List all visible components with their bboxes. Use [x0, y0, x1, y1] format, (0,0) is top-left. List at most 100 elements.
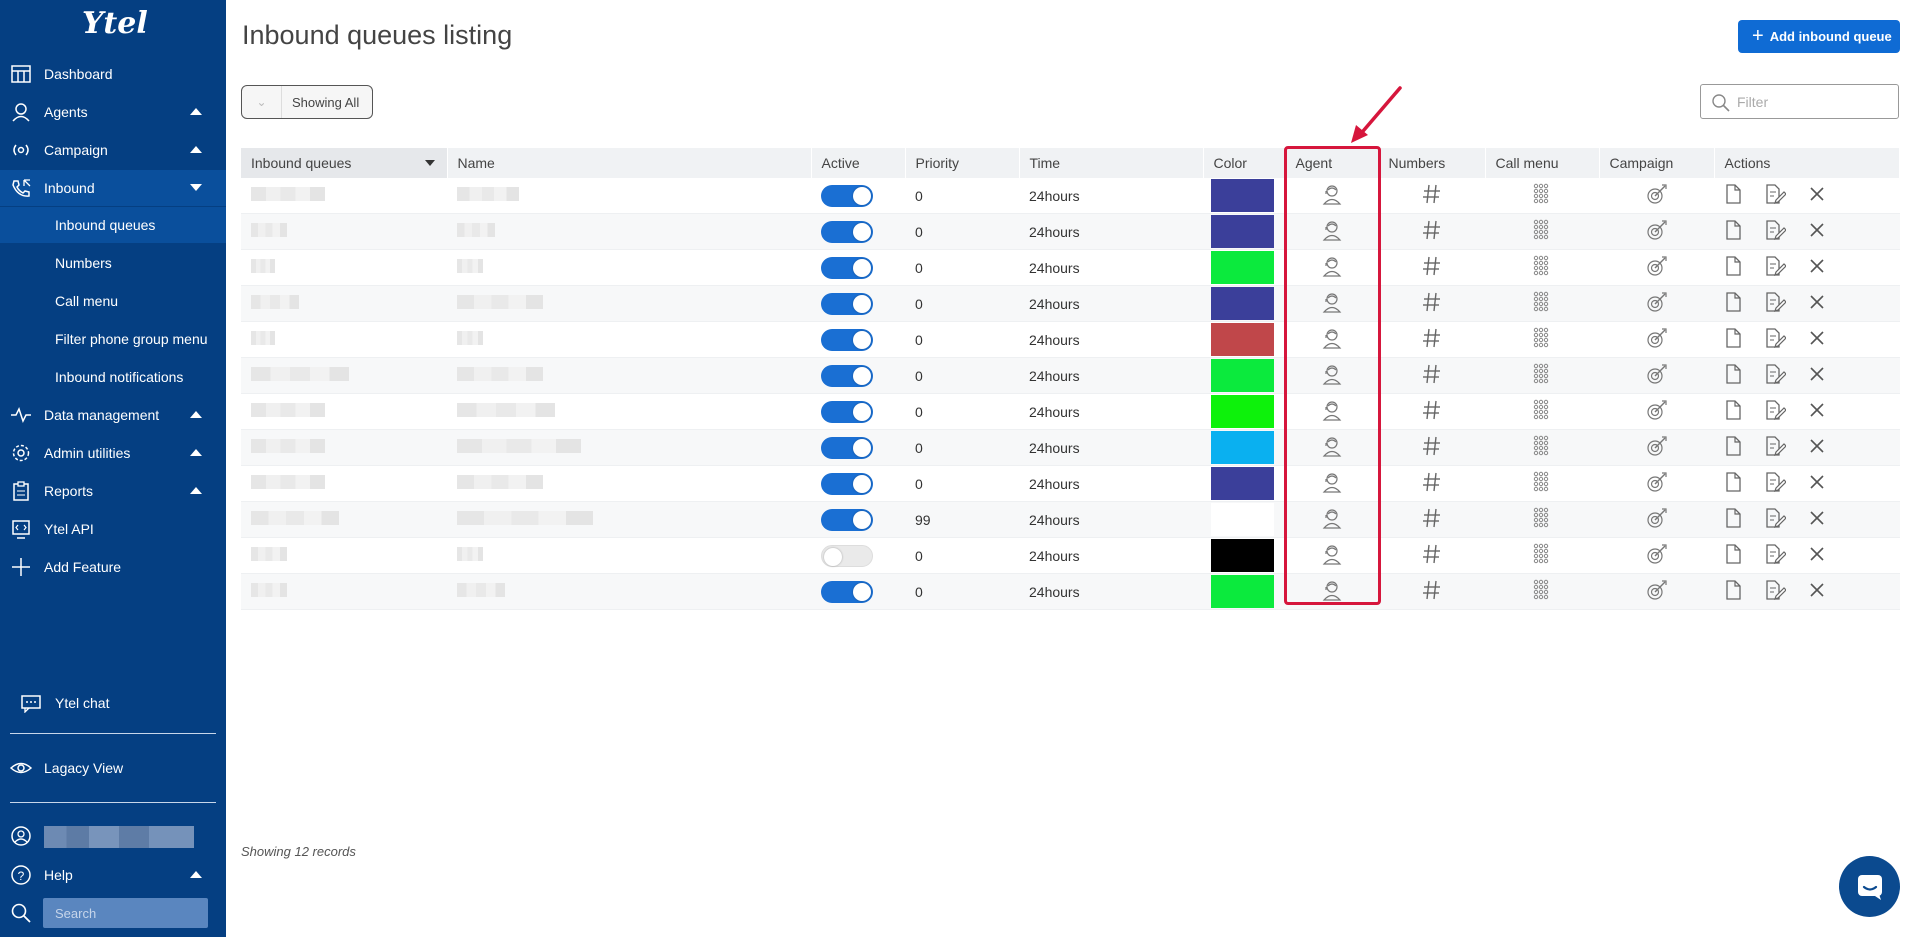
agent-icon[interactable] — [1321, 399, 1343, 424]
dialpad-icon[interactable] — [1532, 471, 1552, 496]
nav-help[interactable]: ? Help — [0, 857, 226, 893]
target-icon[interactable] — [1646, 435, 1668, 460]
active-toggle[interactable] — [821, 220, 873, 243]
ytel-logo[interactable]: Ytel — [82, 6, 148, 41]
col-priority[interactable]: Priority — [905, 148, 1020, 178]
agent-icon[interactable] — [1321, 183, 1343, 208]
copy-icon[interactable] — [1724, 543, 1742, 568]
agent-icon[interactable] — [1321, 579, 1343, 604]
copy-icon[interactable] — [1724, 219, 1742, 244]
nav-add-feature[interactable]: Add Feature — [0, 549, 226, 585]
nav-ytel-chat[interactable]: Ytel chat — [0, 685, 226, 721]
hash-icon[interactable] — [1421, 183, 1443, 208]
target-icon[interactable] — [1646, 471, 1668, 496]
delete-icon[interactable] — [1808, 293, 1826, 314]
delete-icon[interactable] — [1808, 473, 1826, 494]
nav-admin-utilities[interactable]: Admin utilities — [0, 435, 226, 471]
copy-icon[interactable] — [1724, 327, 1742, 352]
nav-ytel-api[interactable]: Ytel API — [0, 511, 226, 547]
copy-icon[interactable] — [1724, 471, 1742, 496]
hash-icon[interactable] — [1421, 363, 1443, 388]
edit-icon[interactable] — [1764, 471, 1787, 496]
sub-call-menu[interactable]: Call menu — [0, 283, 226, 319]
dialpad-icon[interactable] — [1532, 399, 1552, 424]
sub-inbound-queues[interactable]: Inbound queues — [0, 207, 226, 243]
hash-icon[interactable] — [1421, 507, 1443, 532]
edit-icon[interactable] — [1764, 543, 1787, 568]
edit-icon[interactable] — [1764, 399, 1787, 424]
delete-icon[interactable] — [1808, 257, 1826, 278]
showing-all-dropdown[interactable]: ⌄ Showing All — [241, 85, 373, 119]
copy-icon[interactable] — [1724, 579, 1742, 604]
hash-icon[interactable] — [1421, 291, 1443, 316]
delete-icon[interactable] — [1808, 185, 1826, 206]
active-toggle[interactable] — [821, 364, 873, 387]
dialpad-icon[interactable] — [1532, 255, 1552, 280]
hash-icon[interactable] — [1421, 579, 1443, 604]
dialpad-icon[interactable] — [1532, 291, 1552, 316]
copy-icon[interactable] — [1724, 507, 1742, 532]
col-color[interactable]: Color — [1203, 148, 1286, 178]
agent-icon[interactable] — [1321, 291, 1343, 316]
agent-icon[interactable] — [1321, 543, 1343, 568]
active-toggle[interactable] — [821, 472, 873, 495]
agent-icon[interactable] — [1321, 507, 1343, 532]
agent-icon[interactable] — [1321, 219, 1343, 244]
target-icon[interactable] — [1646, 543, 1668, 568]
delete-icon[interactable] — [1808, 581, 1826, 602]
sub-filter-phone-group-menu[interactable]: Filter phone group menu — [0, 321, 226, 357]
target-icon[interactable] — [1646, 255, 1668, 280]
chat-launcher-button[interactable] — [1839, 856, 1900, 917]
edit-icon[interactable] — [1764, 255, 1787, 280]
active-toggle[interactable] — [821, 544, 873, 567]
hash-icon[interactable] — [1421, 543, 1443, 568]
copy-icon[interactable] — [1724, 435, 1742, 460]
filter-input[interactable] — [1737, 92, 1887, 112]
edit-icon[interactable] — [1764, 507, 1787, 532]
col-active[interactable]: Active — [811, 148, 906, 178]
delete-icon[interactable] — [1808, 365, 1826, 386]
active-toggle[interactable] — [821, 328, 873, 351]
edit-icon[interactable] — [1764, 579, 1787, 604]
nav-reports[interactable]: Reports — [0, 473, 226, 509]
delete-icon[interactable] — [1808, 401, 1826, 422]
active-toggle[interactable] — [821, 292, 873, 315]
agent-icon[interactable] — [1321, 255, 1343, 280]
copy-icon[interactable] — [1724, 183, 1742, 208]
edit-icon[interactable] — [1764, 435, 1787, 460]
col-campaign[interactable]: Campaign — [1599, 148, 1715, 178]
nav-data-management[interactable]: Data management — [0, 397, 226, 433]
delete-icon[interactable] — [1808, 221, 1826, 242]
dialpad-icon[interactable] — [1532, 543, 1552, 568]
dialpad-icon[interactable] — [1532, 363, 1552, 388]
dialpad-icon[interactable] — [1532, 327, 1552, 352]
hash-icon[interactable] — [1421, 399, 1443, 424]
target-icon[interactable] — [1646, 363, 1668, 388]
active-toggle[interactable] — [821, 580, 873, 603]
active-toggle[interactable] — [821, 256, 873, 279]
copy-icon[interactable] — [1724, 399, 1742, 424]
dialpad-icon[interactable] — [1532, 219, 1552, 244]
edit-icon[interactable] — [1764, 327, 1787, 352]
nav-user-profile[interactable] — [0, 818, 226, 854]
target-icon[interactable] — [1646, 183, 1668, 208]
agent-icon[interactable] — [1321, 435, 1343, 460]
add-inbound-queue-button[interactable]: + Add inbound queue — [1738, 20, 1900, 53]
active-toggle[interactable] — [821, 508, 873, 531]
sub-numbers[interactable]: Numbers — [0, 245, 226, 281]
hash-icon[interactable] — [1421, 471, 1443, 496]
col-numbers[interactable]: Numbers — [1378, 148, 1486, 178]
sidebar-search-input[interactable] — [43, 898, 208, 928]
hash-icon[interactable] — [1421, 219, 1443, 244]
col-name[interactable]: Name — [447, 148, 812, 178]
dialpad-icon[interactable] — [1532, 579, 1552, 604]
target-icon[interactable] — [1646, 579, 1668, 604]
target-icon[interactable] — [1646, 219, 1668, 244]
edit-icon[interactable] — [1764, 183, 1787, 208]
target-icon[interactable] — [1646, 327, 1668, 352]
col-agent[interactable]: Agent — [1285, 148, 1379, 178]
hash-icon[interactable] — [1421, 255, 1443, 280]
nav-campaign[interactable]: Campaign — [0, 132, 226, 168]
delete-icon[interactable] — [1808, 545, 1826, 566]
active-toggle[interactable] — [821, 400, 873, 423]
